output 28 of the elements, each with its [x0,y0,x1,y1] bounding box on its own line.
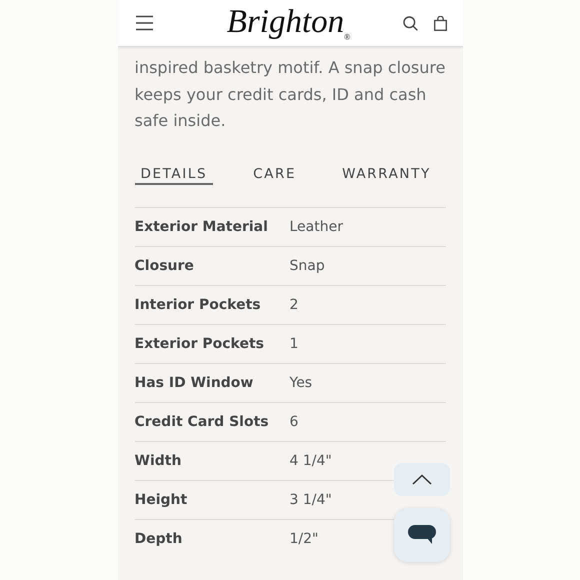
detail-label: Has ID Window [134,374,254,390]
detail-label: Exterior Material [134,218,268,234]
tab[interactable]: WARRANTY [336,164,437,184]
chat-button[interactable] [394,508,450,562]
detail-value: 3 1/4" [290,492,332,508]
detail-label: Width [134,452,182,468]
detail-label: Depth [134,530,182,546]
detail-label: Exterior Pockets [134,336,264,352]
detail-value: Yes [290,374,312,390]
menu-icon[interactable] [136,15,152,31]
detail-value: 1/2" [290,530,318,546]
detail-value: Snap [290,258,325,274]
product-description: inspired basketry motif. A snap closure keeps your credit cards, ID and cash safe inside. [134,57,446,132]
detail-label: Credit Card Slots [134,414,269,430]
detail-value: 2 [290,296,298,312]
tab[interactable]: DETAILS [134,164,214,184]
detail-value: 6 [290,414,298,430]
detail-label: Height [134,492,188,508]
search-icon[interactable] [402,16,418,30]
detail-label: Interior Pockets [134,296,261,312]
detail-value: 1 [290,336,298,352]
shopping-bag-icon[interactable] [434,16,446,30]
tab[interactable]: CARE [247,164,302,184]
chat-bubble-icon [408,525,436,545]
chevron-up-icon [412,474,432,485]
detail-value: Leather [290,218,343,234]
detail-value: 4 1/4" [290,452,332,468]
detail-label: Closure [134,258,194,274]
